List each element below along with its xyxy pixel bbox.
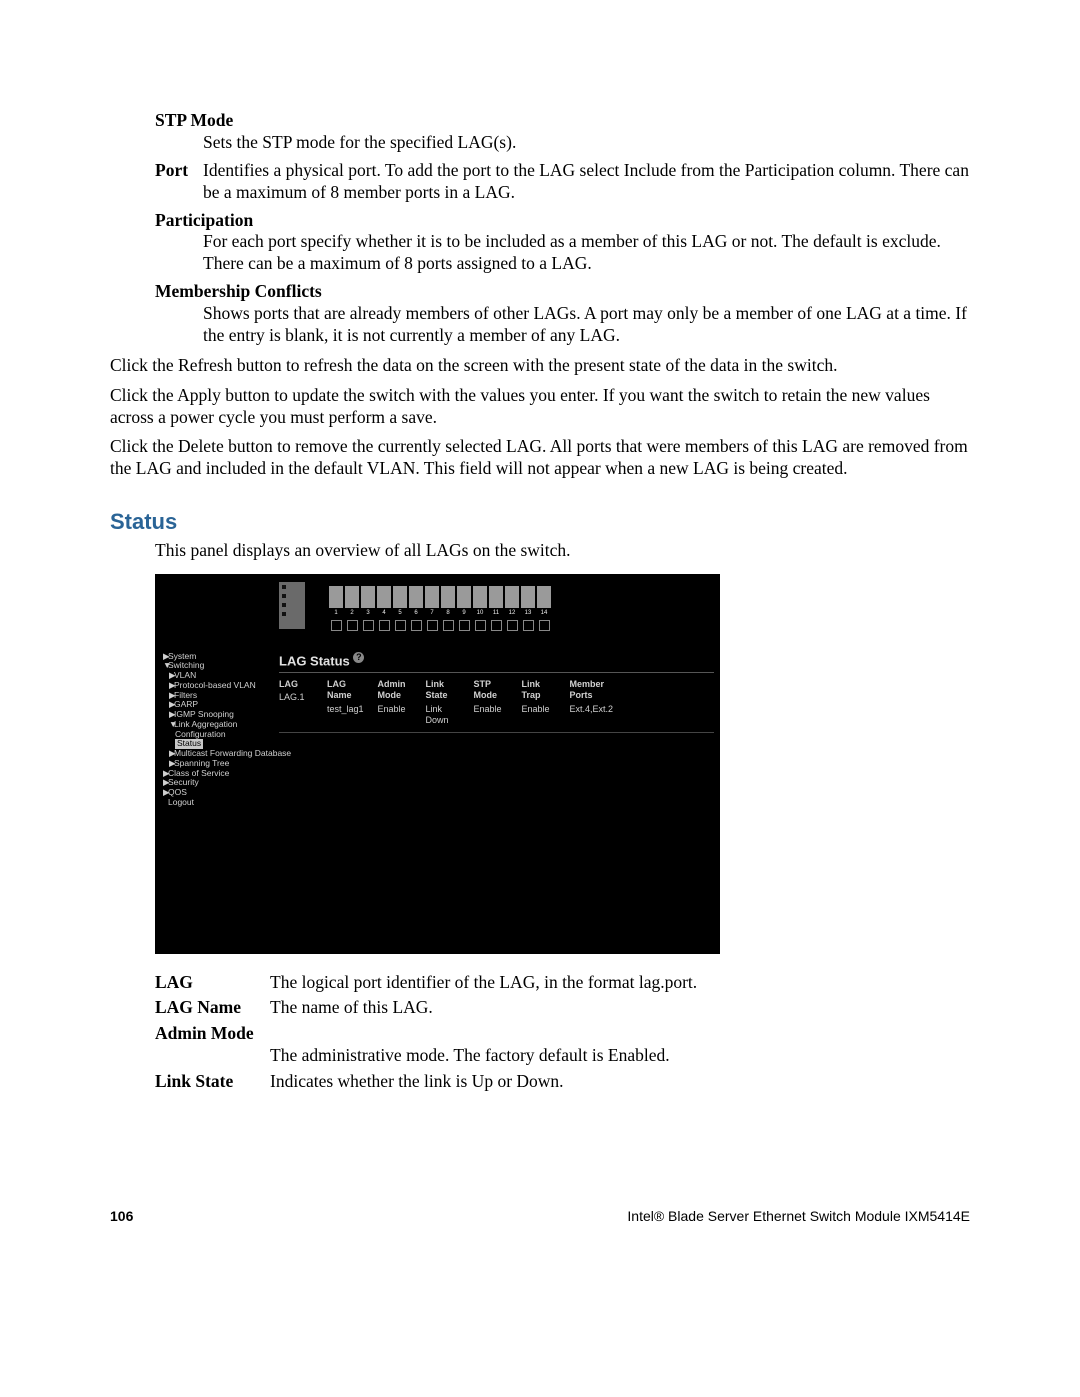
divider	[279, 672, 714, 673]
ss-port[interactable]: 13	[521, 586, 535, 608]
col-lag-name: LAGName test_lag1	[327, 679, 364, 726]
lag-status-screenshot: 1 2 3 4 5 6 7 8 9 10 11 12 13 14	[155, 574, 720, 954]
ss-port-checkbox[interactable]	[475, 620, 486, 631]
def-desc: The name of this LAG.	[270, 997, 970, 1019]
ss-port-checkbox[interactable]	[523, 620, 534, 631]
term-participation: Participation	[155, 210, 253, 230]
para-delete: Click the Delete button to remove the cu…	[110, 436, 970, 480]
def-label: Admin Mode	[155, 1023, 970, 1045]
ss-port[interactable]: 7	[425, 586, 439, 608]
def-participation: Participation For each port specify whet…	[155, 210, 970, 276]
content: STP Mode Sets the STP mode for the speci…	[155, 110, 970, 480]
ss-port-checks	[329, 620, 551, 631]
col-header: LAGName	[327, 679, 364, 702]
page-number: 106	[110, 1208, 133, 1226]
ss-port-checkbox[interactable]	[427, 620, 438, 631]
desc-membership: Shows ports that are already members of …	[203, 303, 970, 347]
page-footer: 106 Intel® Blade Server Ethernet Switch …	[110, 1208, 970, 1226]
def-label: Link State	[155, 1071, 270, 1093]
ss-port-checkbox[interactable]	[363, 620, 374, 631]
ss-port[interactable]: 1	[329, 586, 343, 608]
lag-status-table: LAG LAG.1 LAGName test_lag1 AdminMode En…	[279, 679, 714, 726]
col-stp-mode: STPMode Enable	[474, 679, 508, 726]
def-label: LAG Name	[155, 997, 270, 1019]
ss-ports: 1 2 3 4 5 6 7 8 9 10 11 12 13 14	[329, 586, 551, 608]
ss-port[interactable]: 5	[393, 586, 407, 608]
def-row-admin-mode: Admin Mode The administrative mode. The …	[155, 1023, 970, 1067]
ss-port-checkbox[interactable]	[459, 620, 470, 631]
def-port: PortIdentifies a physical port. To add t…	[155, 160, 970, 204]
ss-port[interactable]: 6	[409, 586, 423, 608]
status-intro: This panel displays an overview of all L…	[155, 540, 970, 562]
col-header: MemberPorts	[570, 679, 614, 702]
col-header: AdminMode	[378, 679, 412, 702]
para-refresh: Click the Refresh button to refresh the …	[110, 355, 970, 377]
def-row-lag: LAG The logical port identifier of the L…	[155, 972, 970, 994]
col-lag: LAG LAG.1	[279, 679, 313, 726]
col-header: LinkTrap	[522, 679, 556, 702]
ss-port-checkbox[interactable]	[539, 620, 550, 631]
ss-port-checkbox[interactable]	[411, 620, 422, 631]
cell-value: LAG.1	[279, 692, 313, 703]
help-icon[interactable]: ?	[353, 652, 364, 663]
ss-port[interactable]: 9	[457, 586, 471, 608]
ss-port[interactable]: 8	[441, 586, 455, 608]
footer-title: Intel® Blade Server Ethernet Switch Modu…	[627, 1208, 970, 1226]
ss-port-checkbox[interactable]	[331, 620, 342, 631]
cell-value: LinkDown	[426, 704, 460, 727]
term-membership: Membership Conflicts	[155, 281, 322, 301]
ss-main-panel: LAG Status ? LAG LAG.1 LAGName test_lag1…	[279, 652, 714, 742]
def-row-lag-name: LAG Name The name of this LAG.	[155, 997, 970, 1019]
def-label: LAG	[155, 972, 270, 994]
ss-port[interactable]: 14	[537, 586, 551, 608]
desc-participation: For each port specify whether it is to b…	[203, 231, 970, 275]
def-desc: The logical port identifier of the LAG, …	[270, 972, 970, 994]
cell-value: Enable	[474, 704, 508, 715]
def-desc: The administrative mode. The factory def…	[270, 1045, 970, 1067]
def-row-link-state: Link State Indicates whether the link is…	[155, 1071, 970, 1093]
cell-value: Ext.4,Ext.2	[570, 704, 614, 715]
ss-port-checkbox[interactable]	[379, 620, 390, 631]
cell-value: Enable	[378, 704, 412, 715]
def-membership: Membership Conflicts Shows ports that ar…	[155, 281, 970, 347]
ss-port-checkbox[interactable]	[395, 620, 406, 631]
ss-port[interactable]: 4	[377, 586, 391, 608]
ss-port[interactable]: 3	[361, 586, 375, 608]
nav-item-logout[interactable]: Logout	[159, 798, 274, 808]
ss-chip-icon	[279, 582, 305, 629]
ss-port-checkbox[interactable]	[443, 620, 454, 631]
cell-value: test_lag1	[327, 704, 364, 715]
col-header: STPMode	[474, 679, 508, 702]
col-header: LinkState	[426, 679, 460, 702]
term-stp-mode: STP Mode	[155, 110, 233, 130]
ss-port-checkbox[interactable]	[491, 620, 502, 631]
col-admin-mode: AdminMode Enable	[378, 679, 412, 726]
ss-port[interactable]: 2	[345, 586, 359, 608]
cell-value: Enable	[522, 704, 556, 715]
ss-port[interactable]: 12	[505, 586, 519, 608]
heading-status: Status	[110, 508, 970, 536]
ss-port[interactable]: 10	[473, 586, 487, 608]
desc-stp-mode: Sets the STP mode for the specified LAG(…	[203, 132, 970, 154]
ss-port-checkbox[interactable]	[507, 620, 518, 631]
ss-nav-tree: ▶System ▼Switching ▶VLAN ▶Protocol-based…	[159, 652, 274, 808]
col-link-trap: LinkTrap Enable	[522, 679, 556, 726]
status-definitions: LAG The logical port identifier of the L…	[155, 972, 970, 1093]
ss-panel-title: LAG Status ?	[279, 652, 714, 670]
ss-port[interactable]: 11	[489, 586, 503, 608]
col-link-state: LinkState LinkDown	[426, 679, 460, 726]
def-stp-mode: STP Mode Sets the STP mode for the speci…	[155, 110, 970, 154]
def-desc: Indicates whether the link is Up or Down…	[270, 1071, 970, 1093]
col-header: LAG	[279, 679, 313, 690]
para-apply: Click the Apply button to update the swi…	[110, 385, 970, 429]
divider	[279, 732, 714, 733]
col-member-ports: MemberPorts Ext.4,Ext.2	[570, 679, 614, 726]
ss-portbar: 1 2 3 4 5 6 7 8 9 10 11 12 13 14	[279, 582, 575, 637]
ss-port-checkbox[interactable]	[347, 620, 358, 631]
